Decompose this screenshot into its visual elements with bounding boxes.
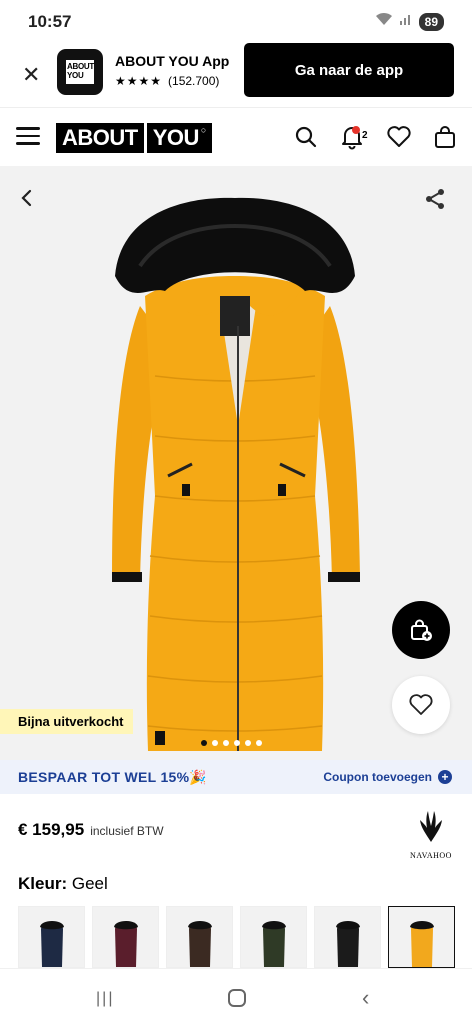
color-swatch[interactable] [388,906,455,968]
gallery-dot[interactable] [201,740,207,746]
search-icon[interactable] [294,125,318,149]
app-logo-line2: YOU [67,71,84,80]
gallery-dot[interactable] [223,740,229,746]
battery-indicator: 89 [418,12,444,31]
brand-logo[interactable]: ABOUT YOU ○ [56,123,212,153]
bell-icon [342,126,362,150]
app-install-banner: ✕ ABOUT YOU ABOUT YOU App ★★★★ (152.700)… [0,43,472,108]
gallery-pagination-dots[interactable] [201,740,262,746]
promo-strip: BESPAAR TOT WEL 15%🎉 Coupon toevoegen + [0,760,472,794]
app-title: ABOUT YOU App [115,53,230,69]
back-arrow-icon[interactable] [18,188,34,213]
gallery-dot[interactable] [245,740,251,746]
system-nav-bar: ||| ‹ [0,968,472,1024]
home-icon[interactable] [228,989,246,1007]
color-selector-label: Kleur: Geel [18,874,108,894]
gallery-dot[interactable] [234,740,240,746]
plus-circle-icon: + [438,770,452,784]
signal-icon [399,12,413,31]
brand-logo-navahoo[interactable]: NAVAHOO [405,808,457,860]
product-image-coat [112,197,360,751]
rating-count: (152.700) [168,74,220,88]
add-coupon-link[interactable]: Coupon toevoegen + [323,770,452,784]
share-icon[interactable] [424,188,446,215]
color-label: Kleur: [18,874,68,893]
recent-apps-icon[interactable]: ||| [96,990,114,1008]
app-rating: ★★★★ (152.700) [115,74,219,88]
coupon-label: Coupon toevoegen [323,770,432,784]
color-swatches [18,906,455,968]
heart-outline-icon [409,694,433,715]
status-icons: 89 [375,12,444,31]
bag-plus-icon [411,619,432,641]
promo-text: BESPAAR TOT WEL 15%🎉 [18,769,208,785]
open-app-button[interactable]: Ga naar de app [244,43,454,97]
wifi-icon [375,12,393,31]
color-swatch[interactable] [240,906,307,968]
color-swatch[interactable] [92,906,159,968]
brand-logo-part1: ABOUT [56,123,147,153]
gallery-dot[interactable] [212,740,218,746]
site-header: ABOUT YOU ○ 2 [0,108,472,166]
color-swatch[interactable] [166,906,233,968]
navahoo-emblem-icon [420,811,442,842]
status-bar: 10:57 89 [0,0,472,44]
product-gallery[interactable]: Bijna uitverkocht [0,166,472,760]
gallery-dot[interactable] [256,740,262,746]
notification-count: 2 [362,130,368,141]
color-swatch[interactable] [18,906,85,968]
brand-logo-text: NAVAHOO [410,851,452,860]
system-back-icon[interactable]: ‹ [362,985,369,1011]
heart-icon[interactable] [386,125,412,149]
vat-note: inclusief BTW [90,824,164,838]
add-to-cart-button[interactable] [392,601,450,659]
color-value: Geel [71,874,108,893]
bag-icon[interactable] [434,125,456,149]
price-row: € 159,95 inclusief BTW [18,820,164,840]
notifications-button[interactable]: 2 [340,124,368,150]
product-price: € 159,95 [18,820,85,839]
status-time: 10:57 [28,12,72,31]
color-swatch[interactable] [314,906,381,968]
menu-icon[interactable] [16,127,40,147]
wishlist-button[interactable] [392,676,450,734]
app-logo-line1: ABOUT [67,62,94,71]
close-icon[interactable]: ✕ [22,62,40,88]
brand-logo-part2: YOU [152,125,200,150]
low-stock-badge: Bijna uitverkocht [0,709,134,734]
star-rating-icon: ★★★★ [115,74,163,88]
app-logo: ABOUT YOU [57,49,103,95]
